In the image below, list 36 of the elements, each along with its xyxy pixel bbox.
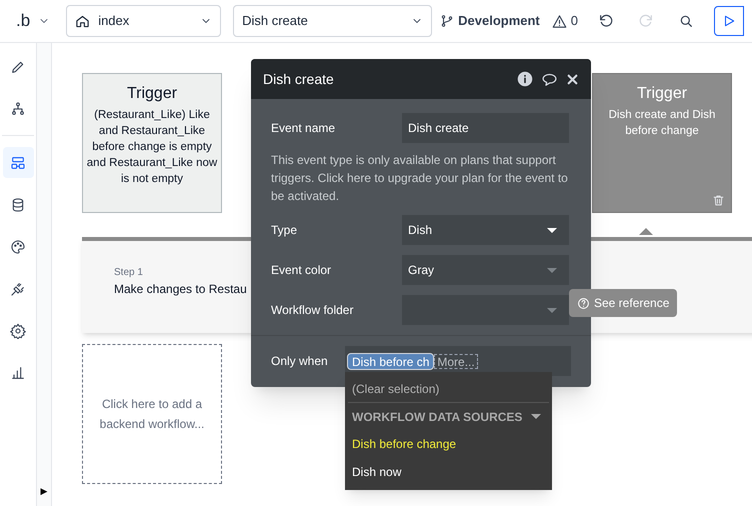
select-value: Dish	[408, 222, 434, 239]
page-select[interactable]: index	[66, 5, 222, 37]
section-title: WORKFLOW DATA SOURCES	[352, 408, 522, 426]
trigger-title: Trigger	[126, 84, 178, 104]
dropdown-option[interactable]: Dish before change	[345, 430, 552, 458]
trigger-card[interactable]: Trigger (Restaurant_Like) Like and Restaurant_Like before change is empty and Restaurant_Like now is not empty	[82, 73, 222, 213]
dropdown-select[interactable]: Dish	[402, 215, 569, 245]
add-workflow-placeholder[interactable]: Click here to add a backend workflow...	[82, 344, 222, 484]
workflow-name: Dish create	[242, 12, 309, 30]
step-action: Make changes to Restau	[114, 281, 247, 298]
field-label: Type	[271, 222, 298, 239]
field-label: Workflow folder	[271, 302, 354, 319]
dialog-title: Dish create	[263, 70, 335, 88]
branch-button[interactable]: Development	[440, 11, 540, 31]
more-chip[interactable]: More...	[434, 354, 478, 368]
step-label: Step 1	[114, 266, 143, 280]
expand-toggle[interactable]: ▶	[40, 484, 48, 498]
issue-count: 0	[570, 12, 578, 30]
clear-selection-option[interactable]: (Clear selection)	[345, 376, 552, 402]
condition-chip[interactable]: Dish before ch	[347, 352, 434, 370]
event-name-field[interactable]: Dish create	[402, 113, 569, 143]
field-label: Event name	[271, 120, 336, 137]
dropdown-option[interactable]: Dish now	[345, 458, 552, 486]
workflow-select[interactable]: Dish create	[233, 5, 432, 37]
app-logo[interactable]: .b	[16, 8, 30, 34]
trigger-title: Trigger	[636, 84, 688, 104]
page-name: index	[98, 12, 130, 30]
trigger-description: (Restaurant_Like) Like and Restaurant_Like before change is empty and Restaurant_Like now is not empty	[86, 108, 218, 187]
trigger-description: Dish create and Dish before change	[608, 108, 716, 139]
branch-name: Development	[458, 12, 540, 30]
issues-button[interactable]: 0	[552, 11, 578, 31]
field-label: Only when	[271, 353, 329, 370]
select-value: Gray	[408, 262, 436, 279]
section-header[interactable]: WORKFLOW DATA SOURCES	[345, 403, 552, 430]
upgrade-notice[interactable]: This event type is only available on plans that support triggers. Click here to upgrade your plan for the event to be activated.	[271, 151, 571, 205]
field-label: Event color	[271, 262, 332, 279]
